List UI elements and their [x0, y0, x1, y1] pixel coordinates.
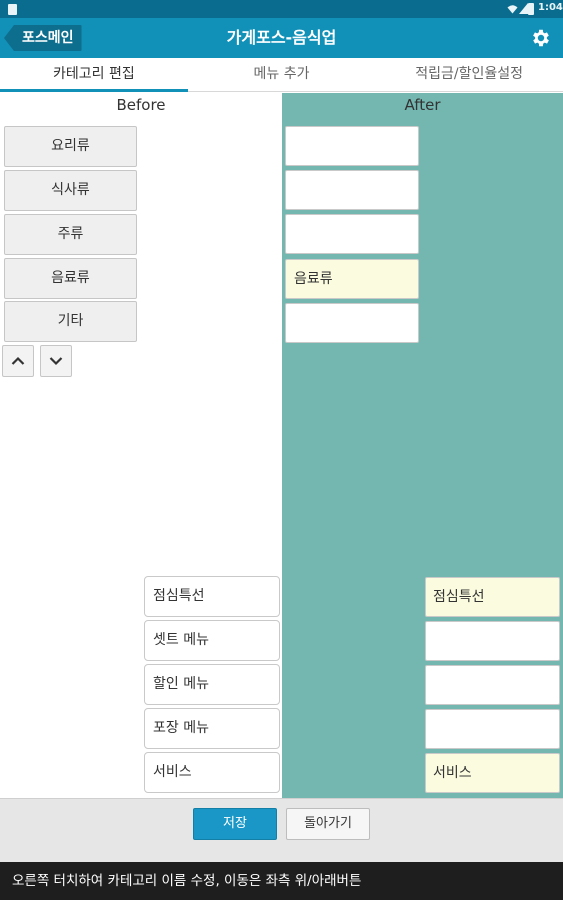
before-special-2[interactable]: 셋트 메뉴	[144, 620, 280, 661]
before-special-3[interactable]: 할인 메뉴	[144, 664, 280, 705]
app-bar: 포스메인 가게포스-음식업	[0, 18, 563, 58]
page-title: 가게포스-음식업	[226, 28, 337, 47]
pos-main-back-button[interactable]: 포스메인	[4, 25, 82, 51]
after-category-3[interactable]	[285, 214, 419, 254]
help-text: 오른쪽 터치하여 카테고리 이름 수정, 이동은 좌측 위/아래버튼	[0, 862, 563, 900]
before-category-2[interactable]: 식사류	[4, 170, 137, 211]
before-special-1[interactable]: 점심특선	[144, 576, 280, 617]
status-bar: 1:04	[0, 0, 563, 18]
signal-icon	[519, 3, 528, 14]
tab-category-edit[interactable]: 카테고리 편집	[0, 58, 188, 92]
after-header: After	[404, 96, 441, 114]
status-clock: 1:04	[538, 2, 563, 13]
tab-menu-add[interactable]: 메뉴 추가	[188, 58, 376, 91]
before-category-1[interactable]: 요리류	[4, 126, 137, 167]
wifi-icon	[507, 5, 518, 14]
gear-icon	[533, 29, 549, 47]
before-category-5[interactable]: 기타	[4, 301, 137, 342]
after-special-5[interactable]: 서비스	[425, 753, 560, 793]
before-category-4[interactable]: 음료류	[4, 258, 137, 299]
battery-icon	[528, 3, 534, 15]
after-category-2[interactable]	[285, 170, 419, 210]
after-special-2[interactable]	[425, 621, 560, 661]
chevron-down-icon	[49, 357, 63, 366]
after-special-4[interactable]	[425, 709, 560, 749]
save-button[interactable]: 저장	[193, 808, 277, 840]
after-special-1[interactable]: 점심특선	[425, 577, 560, 617]
before-header: Before	[116, 96, 166, 114]
chevron-up-icon	[11, 356, 25, 365]
tab-points-discount-settings[interactable]: 적립금/할인율설정	[375, 58, 563, 91]
settings-button[interactable]	[528, 25, 554, 51]
move-up-button[interactable]	[2, 345, 34, 377]
before-panel: Before 요리류 식사류 주류 음료류 기타 점심특선 셋트 메뉴 할인 메…	[0, 93, 282, 798]
after-category-4[interactable]: 음료류	[285, 259, 419, 299]
after-special-3[interactable]	[425, 665, 560, 705]
after-category-1[interactable]	[285, 126, 419, 166]
after-panel: After 음료류 점심특선 서비스	[282, 93, 563, 798]
action-bar: 저장 돌아가기	[0, 798, 563, 862]
before-special-4[interactable]: 포장 메뉴	[144, 708, 280, 749]
move-down-button[interactable]	[40, 345, 72, 377]
before-category-3[interactable]: 주류	[4, 214, 137, 255]
tab-bar: 카테고리 편집 메뉴 추가 적립금/할인율설정	[0, 58, 563, 92]
before-special-5[interactable]: 서비스	[144, 752, 280, 793]
go-back-button[interactable]: 돌아가기	[286, 808, 370, 840]
after-category-5[interactable]	[285, 303, 419, 343]
sd-card-icon	[8, 4, 17, 15]
